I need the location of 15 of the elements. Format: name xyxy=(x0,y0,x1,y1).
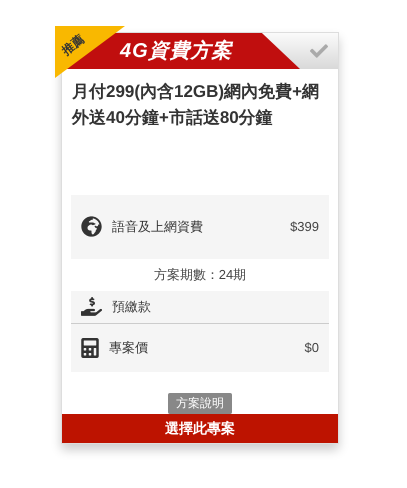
plan-details-button[interactable]: 方案說明 xyxy=(168,392,232,414)
fee-value: $0 xyxy=(304,338,319,357)
fee-label: 專案價 xyxy=(109,338,149,357)
period-text: 方案期數：24期 xyxy=(154,266,246,284)
fee-value: $399 xyxy=(290,218,319,236)
check-icon[interactable] xyxy=(310,42,328,60)
select-plan-button[interactable]: 選擇此專案 xyxy=(62,414,338,443)
hand-icon xyxy=(81,296,102,318)
fee-label: 預繳款 xyxy=(112,298,152,316)
header-title: 4G資費方案 xyxy=(120,38,233,64)
fee-label: 語音及上網資費 xyxy=(112,218,204,236)
ribbon-text: 推薦 xyxy=(58,31,88,60)
calculator-icon xyxy=(81,338,99,358)
plan-title: 月付299(內含12GB)網內免費+網外送40分鐘+市話送80分鐘 xyxy=(70,81,320,129)
globe-icon xyxy=(81,216,102,238)
